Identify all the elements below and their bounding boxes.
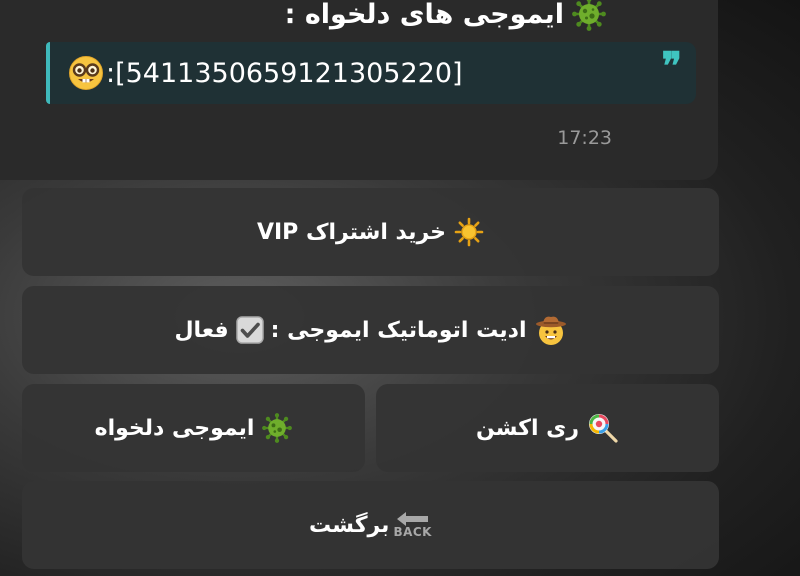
back-content: BACK برگشت bbox=[309, 511, 432, 539]
message-time: 17:23 bbox=[557, 127, 612, 149]
virus-icon bbox=[572, 0, 606, 31]
auto-edit-emoji-button[interactable]: ادیت اتوماتیک ایموجی : فعال bbox=[22, 286, 719, 374]
quote-block: ❞ :[5411350659121305220] bbox=[46, 42, 696, 104]
reaction-button[interactable]: ری اکشن bbox=[376, 384, 719, 472]
sun-icon bbox=[454, 217, 484, 247]
vip-subscription-button[interactable]: خرید اشتراک VIP bbox=[22, 188, 719, 276]
virus-icon bbox=[262, 413, 293, 443]
back-arrow-icon: BACK bbox=[393, 511, 432, 539]
custom-emoji-label: ایموجی دلخواه bbox=[94, 415, 255, 441]
reaction-label: ری اکشن bbox=[475, 415, 579, 441]
back-icon-text: BACK bbox=[393, 525, 432, 539]
cowboy-face-icon bbox=[535, 314, 567, 346]
quote-text: :[5411350659121305220] bbox=[106, 57, 463, 89]
check-box-icon bbox=[235, 315, 265, 345]
custom-emoji-button[interactable]: ایموجی دلخواه bbox=[22, 384, 365, 472]
message-title-text: ایموجی های دلخواه : bbox=[284, 0, 564, 30]
auto-edit-emoji-label: ادیت اتوماتیک ایموجی : bbox=[270, 317, 527, 343]
nerd-face-icon bbox=[68, 55, 104, 91]
lollipop-icon bbox=[587, 412, 619, 444]
message-title: ایموجی های دلخواه : bbox=[285, 0, 606, 34]
custom-emoji-content: ایموجی دلخواه bbox=[95, 413, 293, 443]
quote-line: :[5411350659121305220] bbox=[68, 54, 463, 92]
reaction-content: ری اکشن bbox=[476, 412, 619, 444]
back-label: برگشت bbox=[309, 512, 390, 538]
auto-edit-emoji-status: فعال bbox=[174, 317, 229, 343]
message-bubble: ایموجی های دلخواه : ❞ :[5411350659121305… bbox=[0, 0, 718, 180]
quote-mark: ❞ bbox=[661, 43, 682, 88]
back-button[interactable]: BACK برگشت bbox=[22, 481, 719, 569]
vip-subscription-content: خرید اشتراک VIP bbox=[257, 217, 484, 247]
auto-edit-emoji-content: ادیت اتوماتیک ایموجی : فعال bbox=[174, 314, 566, 346]
vip-subscription-label: خرید اشتراک VIP bbox=[256, 219, 447, 245]
